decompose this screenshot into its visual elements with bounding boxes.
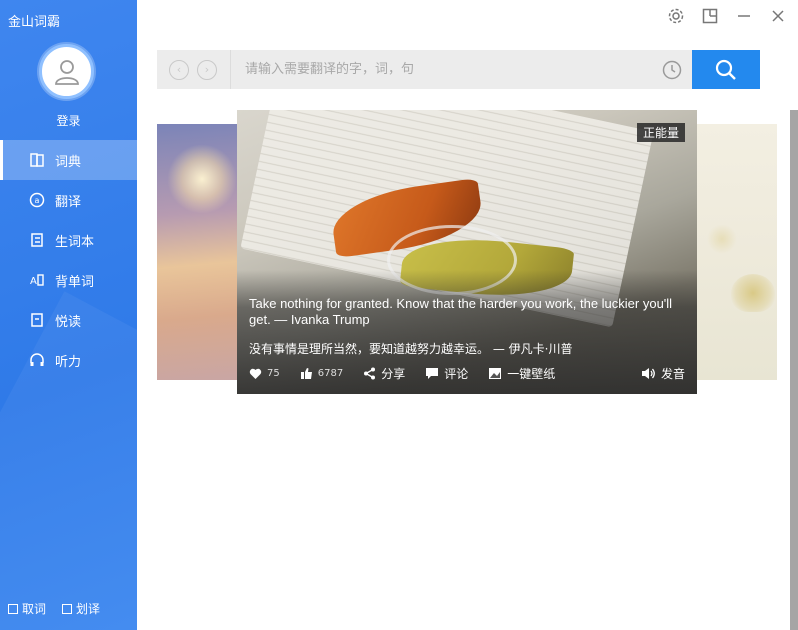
heart-icon <box>249 368 262 379</box>
mini-mode-button[interactable] <box>700 6 720 26</box>
back-button[interactable]: ‹ <box>169 59 189 80</box>
select-translate-label: 划译 <box>76 602 101 616</box>
carousel-card-previous[interactable] <box>157 124 239 380</box>
sidebar-item-reading[interactable]: 悦读 <box>0 300 137 340</box>
sidebar-item-label: 悦读 <box>55 314 82 330</box>
search-button[interactable] <box>692 50 760 89</box>
sidebar-item-wordbook[interactable]: 生词本 <box>0 220 137 260</box>
pick-word-label: 取词 <box>22 602 47 616</box>
svg-text:a: a <box>35 196 40 205</box>
forward-button[interactable]: › <box>197 59 217 80</box>
mini-window-icon <box>702 8 718 24</box>
bottom-options: 取词 划译 <box>8 600 100 617</box>
chevron-right-icon: › <box>204 63 210 76</box>
wallpaper-label: 一键壁纸 <box>507 367 556 381</box>
sidebar: 金山词霸 登录 词典 a 翻译 生词本 A 背单词 悦读 听力 取词 划译 <box>0 0 137 630</box>
card-actions: 75 6787 分享 评论 一键壁纸 发音 <box>249 365 685 382</box>
search-icon <box>715 59 736 80</box>
select-translate-toggle[interactable]: 划译 <box>62 600 100 617</box>
clock-icon <box>662 60 682 79</box>
quote-chinese: 没有事情是理所当然，要知道越努力越幸运。 — 伊凡卡·川普 <box>249 342 573 356</box>
sidebar-item-listening[interactable]: 听力 <box>0 340 137 380</box>
svg-text:A: A <box>30 276 37 287</box>
sidebar-item-label: 词典 <box>55 154 82 170</box>
sidebar-item-label: 背单词 <box>55 274 95 290</box>
avatar[interactable] <box>39 44 94 99</box>
carousel-card-next[interactable] <box>697 124 777 380</box>
app-title: 金山词霸 <box>8 15 61 30</box>
comment-button[interactable]: 评论 <box>425 365 468 382</box>
sidebar-item-memorize[interactable]: A 背单词 <box>0 260 137 300</box>
category-tag: 正能量 <box>636 123 685 142</box>
daily-sentence-card[interactable]: 正能量 Take nothing for granted. Know that … <box>237 110 697 394</box>
share-button[interactable]: 分享 <box>363 365 405 382</box>
minimize-icon <box>738 15 750 17</box>
close-icon <box>772 10 784 22</box>
scrollbar[interactable] <box>790 110 798 630</box>
login-link[interactable]: 登录 <box>0 112 137 129</box>
sidebar-item-label: 翻译 <box>55 194 82 210</box>
sidebar-nav: 词典 a 翻译 生词本 A 背单词 悦读 听力 <box>0 140 137 380</box>
user-icon <box>54 59 79 85</box>
headphones-icon <box>28 351 46 369</box>
history-nav: ‹ › <box>157 50 231 89</box>
reading-icon <box>28 311 46 329</box>
window-controls <box>666 6 788 26</box>
dictionary-icon <box>28 151 46 169</box>
settings-button[interactable] <box>666 6 686 26</box>
memorize-icon: A <box>28 271 46 289</box>
wallpaper-icon <box>489 368 502 379</box>
share-label: 分享 <box>381 367 406 381</box>
like-button[interactable]: 75 <box>249 368 280 380</box>
sidebar-item-label: 听力 <box>55 354 82 370</box>
comment-icon <box>426 368 439 379</box>
sidebar-item-translate[interactable]: a 翻译 <box>0 180 137 220</box>
wallpaper-button[interactable]: 一键壁纸 <box>488 365 555 382</box>
sidebar-item-label: 生词本 <box>55 234 95 250</box>
search-input[interactable] <box>231 50 652 89</box>
comment-label: 评论 <box>444 367 469 381</box>
pick-word-checkbox[interactable] <box>8 603 18 614</box>
pronounce-label: 发音 <box>660 367 685 381</box>
thumbs-up-icon <box>300 368 312 379</box>
thumbs-up-count: 6787 <box>317 368 344 379</box>
speaker-icon <box>641 368 655 379</box>
pick-word-toggle[interactable]: 取词 <box>8 600 46 617</box>
like-count: 75 <box>267 368 280 379</box>
translate-icon: a <box>28 191 46 209</box>
thumbs-up-button[interactable]: 6787 <box>300 367 343 380</box>
minimize-button[interactable] <box>734 6 754 26</box>
select-translate-checkbox[interactable] <box>62 603 73 614</box>
quote-english: Take nothing for granted. Know that the … <box>249 296 673 327</box>
chevron-left-icon: ‹ <box>176 63 182 76</box>
gear-icon <box>668 8 684 24</box>
search-box: ‹ › <box>157 50 692 89</box>
search-bar: ‹ › <box>157 50 760 89</box>
sidebar-item-dictionary[interactable]: 词典 <box>0 140 137 180</box>
share-icon <box>364 367 376 380</box>
close-button[interactable] <box>768 6 788 26</box>
wordbook-icon <box>28 231 46 249</box>
pronounce-button[interactable]: 发音 <box>641 365 685 382</box>
history-button[interactable] <box>652 60 692 80</box>
